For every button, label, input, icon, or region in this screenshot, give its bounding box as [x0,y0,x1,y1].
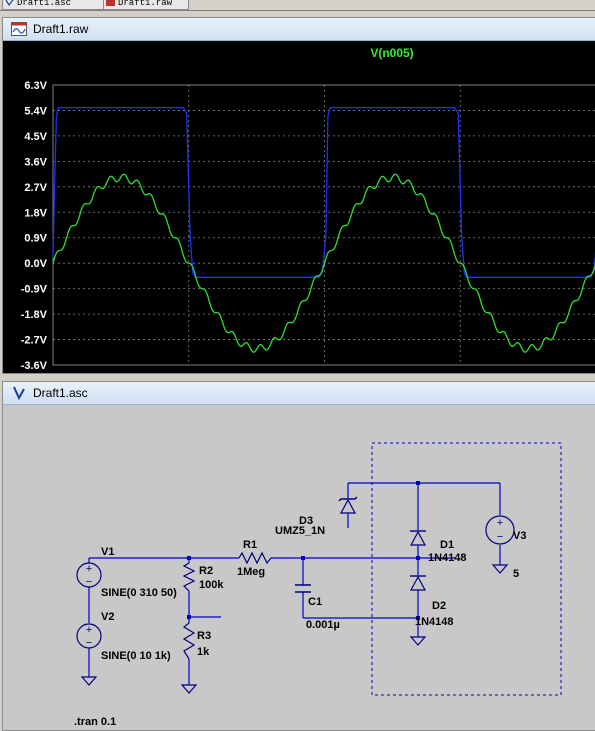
schematic-drawing[interactable]: + − + − + − V1 SINE(0 310 50) V2 SINE(0 … [3,405,595,730]
resistor-r3[interactable] [182,622,196,660]
svg-text:−: − [497,531,503,543]
resistor-r1[interactable] [238,551,272,565]
label-v1: V1 [101,546,114,558]
y-tick-label: -0.9V [21,284,48,296]
voltage-source-v3[interactable]: + − [485,515,515,545]
svg-text:−: − [86,576,92,588]
label-c1: C1 [308,596,322,608]
resistor-r2[interactable] [182,562,196,592]
y-tick-label: 0.9V [24,233,47,245]
y-tick-label: 5.4V [24,105,47,117]
schematic-window: Draft1.asc + − + − + − V1 SINE(0 310 50)… [2,381,595,731]
tab-draft1-asc[interactable]: Draft1.asc [2,0,104,10]
waveform-plot[interactable]: V(n005) 6.3V 5.4V 4.5V 3.6V 2.7V 1.8V 0.9V 0.0V… [3,41,595,373]
zener-diode-d3[interactable] [338,496,358,514]
voltage-source-v1[interactable]: + − [76,562,102,588]
y-tick-label: -3.6V [21,360,48,372]
y-tick-label: 3.6V [24,156,47,168]
waveform-plot-area: V(n005) 6.3V 5.4V 4.5V 3.6V 2.7V 1.8V 0.9V 0.0V… [3,41,595,373]
junction-dot [416,556,420,560]
schematic-window-titlebar[interactable]: Draft1.asc [3,382,595,405]
junction-dot [301,556,305,560]
document-tab-strip: Draft1.asc Draft1.raw [0,0,595,11]
y-tick-label: 2.7V [24,182,47,194]
capacitor-c1[interactable] [295,584,311,593]
label-d2-value: 1N4148 [415,616,454,628]
label-r1-value: 1Meg [237,566,265,578]
label-d1-value: 1N4148 [428,552,467,564]
waveform-window-icon [11,22,27,36]
ground-icon [409,636,427,646]
label-v2: V2 [101,611,114,623]
label-r2-value: 100k [199,579,224,591]
component-labels: V1 SINE(0 310 50) V2 SINE(0 10 1k) R1 1M… [74,515,526,728]
schematic-icon [5,0,14,6]
waveform-window: Draft1.raw V(n005) 6.3V 5.4V 4.5V 3.6V 2.7V 1… [2,17,595,374]
schematic-canvas[interactable]: + − + − + − V1 SINE(0 310 50) V2 SINE(0 … [3,405,595,730]
ground-icon [180,684,198,694]
waveform-icon [106,0,115,6]
label-d2: D2 [432,600,446,612]
label-v1-value: SINE(0 310 50) [101,587,177,599]
schematic-window-icon [13,386,25,400]
label-c1-value: 0.001µ [306,619,340,631]
junction-dot [416,481,420,485]
tab-label: Draft1.raw [118,0,173,8]
y-tick-label: 1.8V [24,207,47,219]
schematic-window-title: Draft1.asc [33,386,88,400]
y-tick-label: 6.3V [24,80,47,92]
label-v3: V3 [513,530,526,542]
y-tick-label: 4.5V [24,131,47,143]
ground-icon [80,676,98,686]
label-d1: D1 [440,539,454,551]
y-tick-label: -1.8V [21,309,48,321]
junction-dot [187,556,191,560]
voltage-source-v2[interactable]: + − [76,623,102,649]
trace-label-vn005[interactable]: V(n005) [370,46,413,60]
ground-icon [491,564,509,574]
svg-text:+: + [86,563,92,575]
label-r3-value: 1k [197,646,210,658]
label-r2: R2 [199,565,213,577]
spice-directive[interactable]: .tran 0.1 [74,716,116,728]
label-v3-value: 5 [513,568,519,580]
svg-text:−: − [86,637,92,649]
junction-dot [187,615,191,619]
ground-symbols [80,564,509,694]
svg-text:+: + [497,517,503,529]
diode-d2[interactable] [409,575,427,591]
tab-draft1-raw[interactable]: Draft1.raw [103,0,189,10]
label-d3-value: UMZ5_1N [275,525,325,537]
tab-label: Draft1.asc [17,0,72,8]
svg-text:+: + [86,624,92,636]
y-tick-label: -2.7V [21,335,48,347]
waveform-window-title: Draft1.raw [33,22,89,36]
label-r1: R1 [243,539,257,551]
y-tick-label: 0.0V [24,258,47,270]
diode-d1[interactable] [409,530,427,546]
plot-background [3,41,595,373]
waveform-window-titlebar[interactable]: Draft1.raw [3,18,595,41]
dashed-group-box[interactable] [371,442,562,696]
label-v2-value: SINE(0 10 1k) [101,650,171,662]
label-r3: R3 [197,630,211,642]
